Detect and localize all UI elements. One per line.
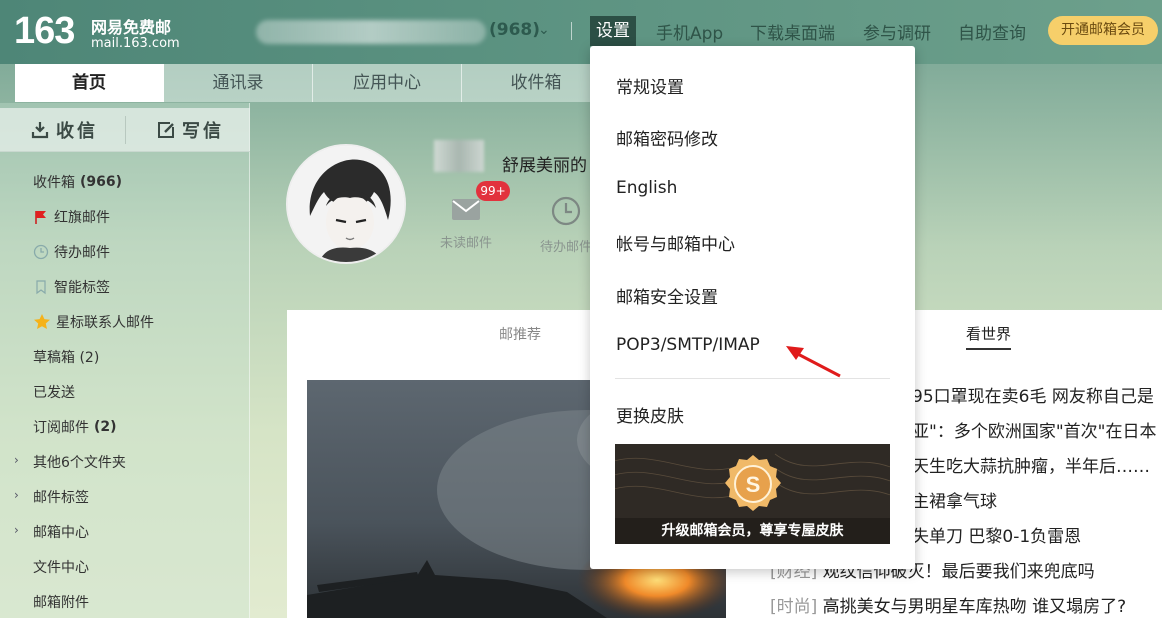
main-tabs: 首页 通讯录 应用中心 收件箱: [15, 64, 611, 102]
clock-icon: [551, 196, 581, 226]
folder-mail-center[interactable]: 邮箱中心: [33, 522, 89, 542]
menu-change-password[interactable]: 邮箱密码修改: [616, 125, 718, 150]
folder-todo[interactable]: 待办邮件: [33, 242, 110, 262]
todo-label: 待办邮件: [539, 240, 592, 255]
todo-mail-shortcut[interactable]: 待办邮件: [534, 196, 598, 255]
folder-subscriptions[interactable]: 订阅邮件 (2): [33, 417, 117, 437]
news-item[interactable]: [时尚] 高挑美女与男明星车库热吻 谁又塌房了?: [770, 592, 1126, 617]
folder-starred-contacts[interactable]: 星标联系人邮件: [33, 312, 154, 332]
news-item[interactable]: 主裙拿气球: [912, 487, 997, 512]
mobile-app-link[interactable]: 手机App: [656, 19, 723, 44]
logo-name[interactable]: 网易免费邮: [91, 14, 171, 38]
menu-security-settings[interactable]: 邮箱安全设置: [616, 283, 718, 308]
news-item[interactable]: 失单刀 巴黎0-1负雷恩: [912, 522, 1081, 547]
username-blurred: [434, 140, 484, 172]
tab-recommend[interactable]: 邮推荐: [499, 324, 541, 344]
avatar[interactable]: [286, 144, 406, 264]
star-icon: [34, 314, 50, 329]
tab-home[interactable]: 首页: [15, 64, 164, 102]
folder-mail-tags[interactable]: 邮件标签: [33, 487, 89, 507]
red-arrow-annotation: [786, 346, 841, 378]
chevron-right-icon[interactable]: ›: [14, 453, 19, 467]
avatar-image: [288, 146, 404, 262]
folder-inbox[interactable]: 收件箱 (966): [33, 172, 122, 192]
menu-general-settings[interactable]: 常规设置: [616, 73, 684, 98]
vip-button[interactable]: 开通邮箱会员: [1048, 16, 1158, 45]
menu-change-skin[interactable]: 更换皮肤: [616, 402, 684, 427]
skin-promo-banner[interactable]: S 升级邮箱会员，尊享专屋皮肤: [615, 444, 890, 544]
menu-pop3-smtp-imap[interactable]: POP3/SMTP/IMAP: [616, 335, 760, 355]
account-unread-count[interactable]: (968): [489, 20, 540, 40]
unread-badge: 99+: [476, 181, 510, 201]
divider: [571, 22, 572, 40]
menu-english[interactable]: English: [616, 178, 677, 198]
folder-smart-tags[interactable]: 智能标签: [33, 277, 110, 297]
folder-flagged[interactable]: 红旗邮件: [33, 207, 110, 227]
chevron-down-icon[interactable]: ⌄: [538, 22, 550, 38]
edit-icon: [158, 122, 174, 138]
tab-inbox[interactable]: 收件箱: [462, 64, 611, 102]
clock-icon: [33, 244, 49, 260]
envelope-icon: [452, 199, 480, 220]
menu-divider: [615, 378, 890, 379]
folder-other[interactable]: 其他6个文件夹: [33, 452, 126, 472]
account-name-blurred[interactable]: [256, 20, 486, 44]
self-service-link[interactable]: 自助查询: [958, 19, 1026, 44]
folder-file-center[interactable]: 文件中心: [33, 557, 89, 577]
survey-link[interactable]: 参与调研: [863, 19, 931, 44]
chevron-right-icon[interactable]: ›: [14, 488, 19, 502]
svg-text:S: S: [746, 472, 761, 497]
news-item[interactable]: 亚"：多个欧洲国家"首次"在日本: [912, 417, 1156, 442]
red-flag-icon: [35, 211, 46, 224]
tab-world[interactable]: 看世界: [966, 323, 1012, 350]
desktop-download-link[interactable]: 下载桌面端: [750, 19, 835, 44]
divider: [125, 116, 126, 144]
news-item[interactable]: 95口罩现在卖6毛 网友称自己是: [912, 382, 1154, 407]
receive-button[interactable]: 收信: [30, 117, 98, 143]
logo-domain[interactable]: mail.163.com: [91, 36, 180, 51]
folder-sent[interactable]: 已发送: [33, 382, 75, 402]
receive-label: 收信: [56, 121, 98, 142]
menu-account-center[interactable]: 帐号与邮箱中心: [616, 230, 735, 255]
unread-label: 未读邮件: [439, 236, 492, 251]
write-label: 写信: [182, 121, 224, 142]
compose-bar: 收信 写信: [0, 108, 250, 152]
folder-drafts[interactable]: 草稿箱 (2): [33, 347, 99, 367]
greeting-text: 舒展美丽的: [502, 156, 587, 176]
coin-icon: S: [725, 455, 781, 511]
chevron-right-icon[interactable]: ›: [14, 523, 19, 537]
tab-contacts[interactable]: 通讯录: [164, 64, 313, 102]
settings-dropdown: 常规设置 邮箱密码修改 English 帐号与邮箱中心 邮箱安全设置 POP3/…: [590, 46, 915, 569]
top-bar: 163 网易免费邮 mail.163.com (968) ⌄ 设置 手机App …: [0, 0, 1162, 64]
tab-app-center[interactable]: 应用中心: [313, 64, 462, 102]
bookmark-icon: [36, 280, 46, 295]
banner-text: 升级邮箱会员，尊享专屋皮肤: [615, 518, 890, 544]
folder-attachments[interactable]: 邮箱附件: [33, 592, 89, 612]
write-button[interactable]: 写信: [156, 117, 224, 143]
news-item[interactable]: 天生吃大蒜抗肿瘤，半年后……: [912, 452, 1150, 477]
download-icon: [31, 122, 49, 139]
logo-number[interactable]: 163: [14, 10, 75, 53]
settings-menu-button[interactable]: 设置: [590, 16, 636, 46]
unread-mail-shortcut[interactable]: 未读邮件: [434, 196, 498, 251]
